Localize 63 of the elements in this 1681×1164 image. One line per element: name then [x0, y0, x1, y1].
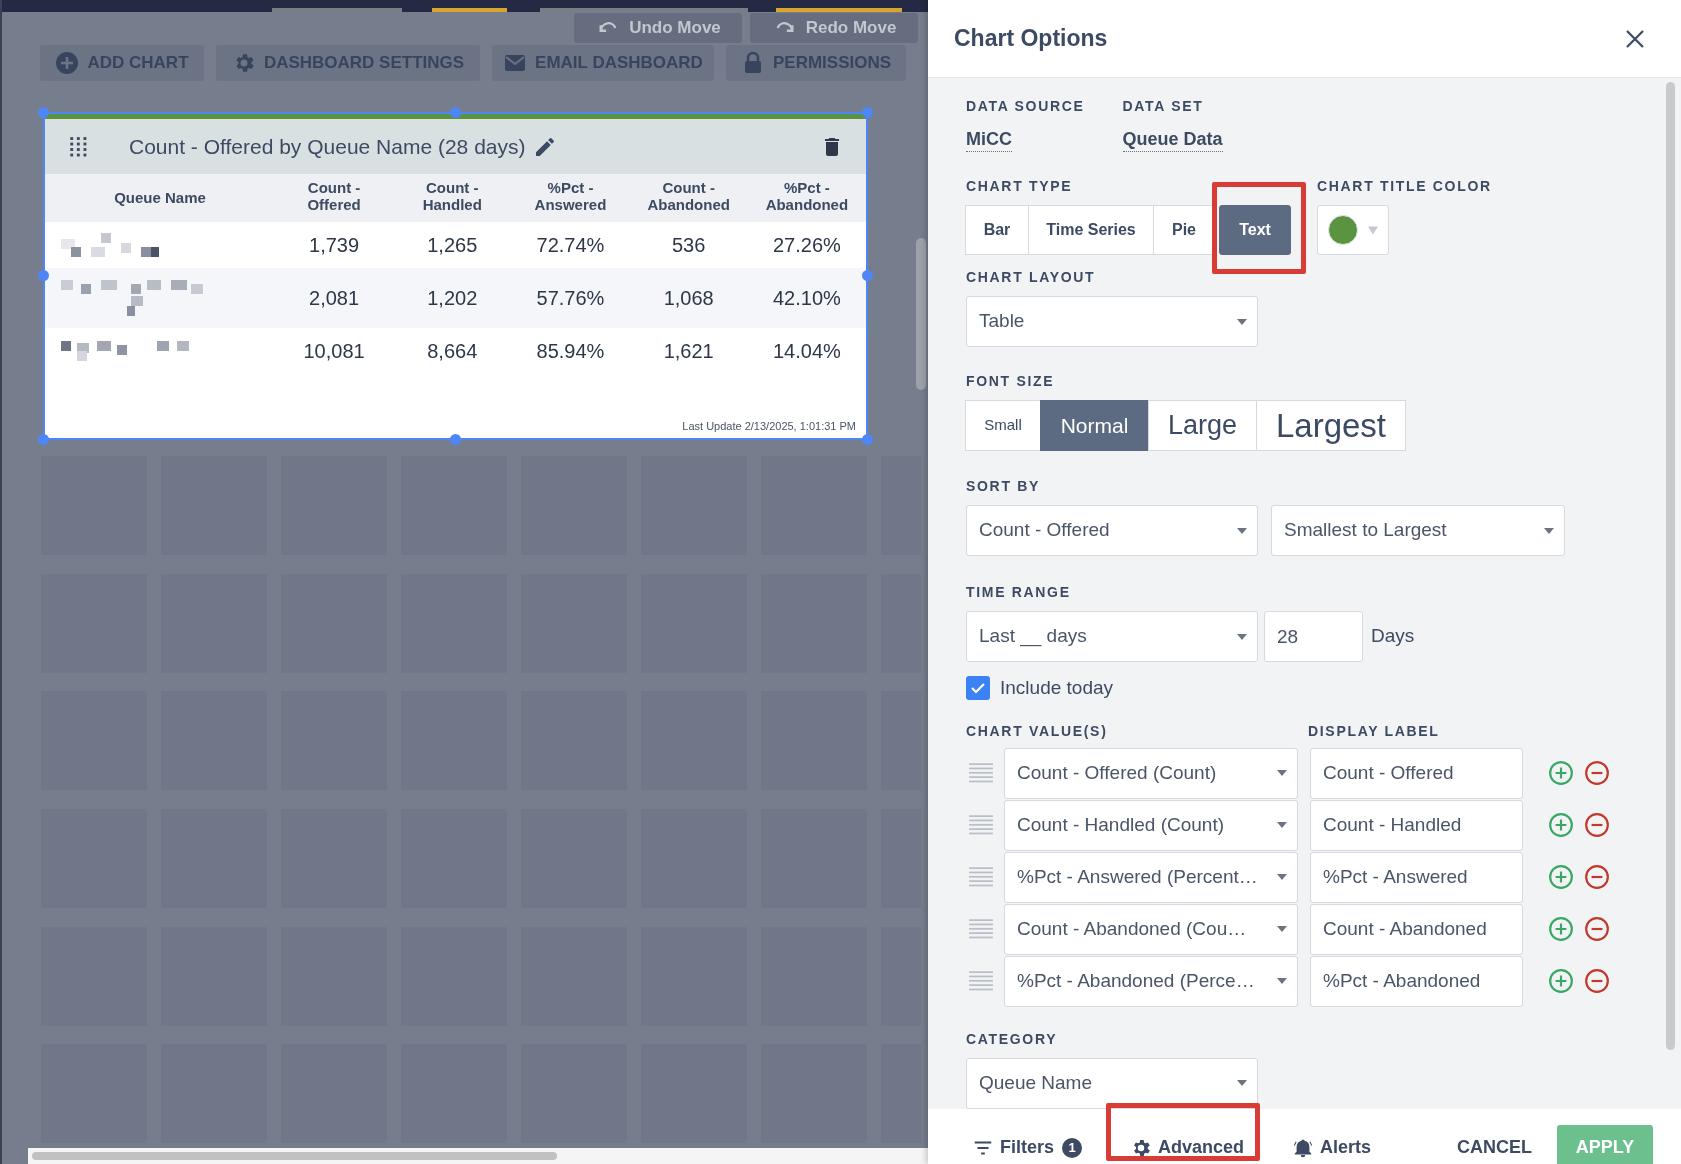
section-label: CHART TYPE	[966, 177, 1074, 196]
display-label-input[interactable]: Count - Offered	[1310, 747, 1523, 799]
days-unit: Days	[1371, 624, 1415, 649]
font-size-tab[interactable]: Large	[1148, 400, 1257, 451]
column-header: Count - Abandoned	[629, 174, 748, 222]
font-size-tab[interactable]: Largest	[1256, 400, 1406, 451]
source-value[interactable]: MiCC	[966, 127, 1012, 152]
table-cell: 1,202	[393, 268, 512, 328]
section-label: CHART LAYOUT	[966, 268, 1097, 287]
cancel-button[interactable]: CANCEL	[1457, 1134, 1532, 1161]
days-input[interactable]: 28	[1264, 611, 1363, 662]
chart-type-tab[interactable]: Time Series	[1028, 205, 1154, 255]
display-label-input[interactable]: Count - Handled	[1310, 799, 1523, 851]
value-select[interactable]: Count - Offered (Count)	[1004, 747, 1298, 799]
value-select[interactable]: %Pct - Answered (Percent…	[1004, 851, 1298, 903]
display-label-input[interactable]: %Pct - Abandoned	[1310, 955, 1523, 1007]
chart-type-tab[interactable]: Text	[1219, 205, 1291, 255]
table-cell: 72.74%	[511, 222, 630, 268]
column-header: Count - Offered	[275, 174, 394, 222]
chart-title: Count - Offered by Queue Name (28 days)	[129, 133, 526, 160]
source-value[interactable]: Queue Data	[1122, 127, 1223, 152]
time-range-select[interactable]: Last __ days	[966, 611, 1258, 662]
section-label: DISPLAY LABEL	[1308, 721, 1440, 741]
table-cell: 27.26%	[747, 222, 866, 268]
table-cell: 536	[629, 222, 748, 268]
section-label: TIME RANGE	[966, 583, 1072, 602]
section-label: SORT BY	[966, 477, 1041, 496]
table-cell: 42.10%	[747, 268, 866, 328]
last-update-text: Last Update 2/13/2025, 1:01:31 PM	[682, 418, 856, 434]
footer-tab[interactable]: Advanced	[1130, 1134, 1245, 1161]
column-header: Queue Name	[45, 174, 275, 222]
section-label: DATA SOURCE	[966, 97, 1085, 116]
display-label-input[interactable]: Count - Abandoned	[1310, 903, 1523, 955]
section-label: CATEGORY	[966, 1029, 1059, 1049]
column-header: Count - Handled	[393, 174, 512, 222]
column-header: %Pct - Abandoned	[747, 174, 866, 222]
sort-field-select[interactable]: Count - Offered	[966, 505, 1258, 556]
column-header: %Pct - Answered	[511, 174, 630, 222]
font-size-tab[interactable]: Normal	[1040, 400, 1149, 451]
category-select[interactable]: Queue Name	[966, 1057, 1258, 1109]
value-select[interactable]: Count - Handled (Count)	[1004, 799, 1298, 851]
section-label: DATA SET	[1122, 97, 1205, 116]
display-label-input[interactable]: %Pct - Answered	[1310, 851, 1523, 903]
chart-type-tab[interactable]: Bar	[965, 205, 1029, 255]
value-select[interactable]: %Pct - Abandoned (Perce…	[1004, 955, 1298, 1007]
value-select[interactable]: Count - Abandoned (Cou…	[1004, 903, 1298, 955]
table-cell: 57.76%	[511, 268, 630, 328]
sort-order-select[interactable]: Smallest to Largest	[1271, 505, 1565, 556]
chart-type-tab[interactable]: Pie	[1153, 205, 1215, 255]
table-cell: 2,081	[275, 268, 394, 328]
table-cell: 1,265	[393, 222, 512, 268]
footer-tab[interactable]: Filters 1	[972, 1134, 1083, 1161]
panel-title: Chart Options	[954, 24, 1108, 54]
layout-select[interactable]: Table	[966, 296, 1258, 347]
count-badge: 1	[1062, 1137, 1083, 1158]
table-cell: 1,739	[275, 222, 394, 268]
font-size-tab[interactable]: Small	[965, 400, 1041, 451]
section-label: CHART VALUE(S)	[966, 721, 1109, 741]
section-label: CHART TITLE COLOR	[1317, 177, 1492, 196]
footer-tab[interactable]: Alerts	[1292, 1134, 1372, 1161]
include-today-label: Include today	[1000, 676, 1114, 700]
table-cell: 1,068	[629, 268, 748, 328]
section-label: FONT SIZE	[966, 372, 1056, 391]
